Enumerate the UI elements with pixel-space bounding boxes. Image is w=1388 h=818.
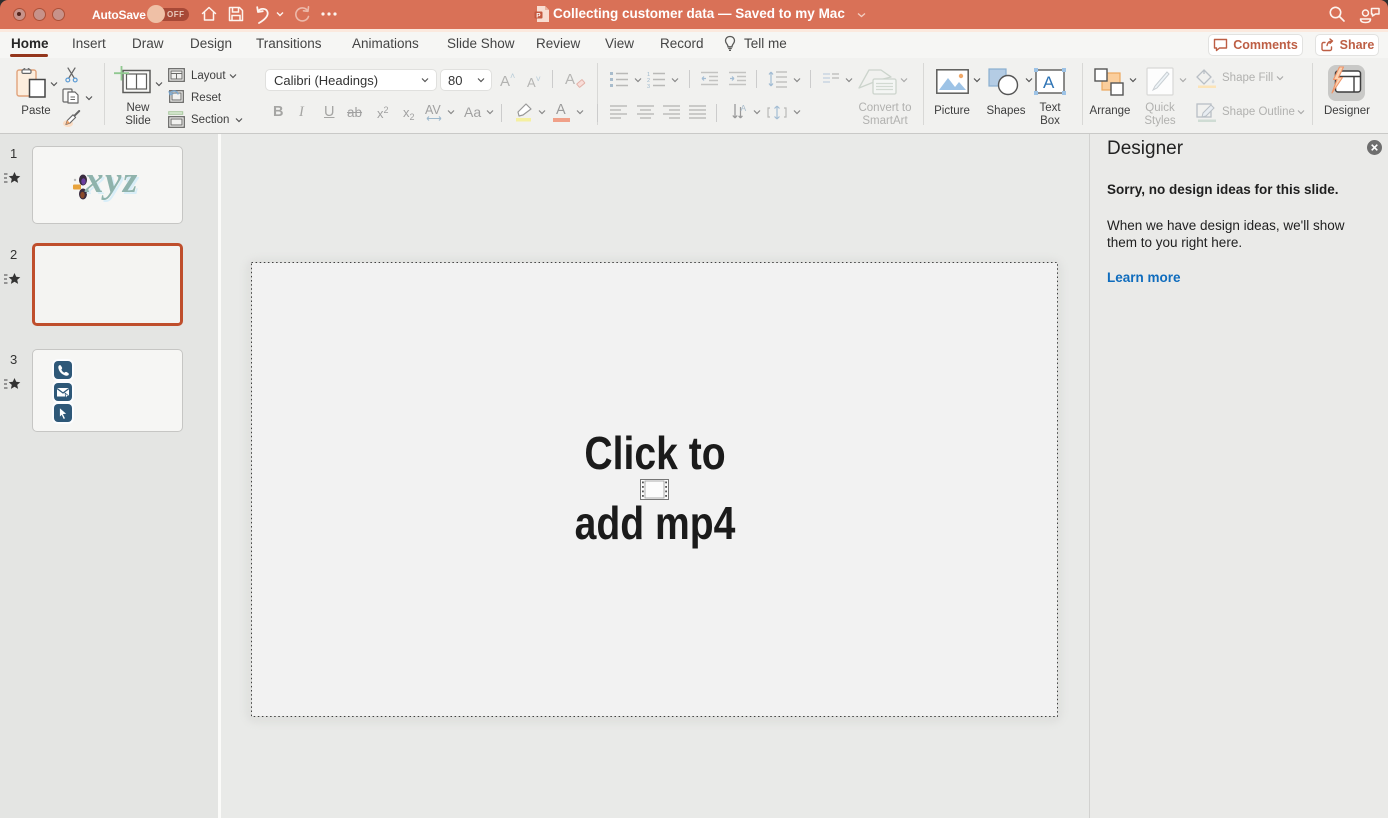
svg-text:A: A (1043, 73, 1055, 92)
svg-text:A: A (741, 103, 747, 113)
svg-text:P: P (536, 12, 541, 19)
svg-text:3: 3 (647, 84, 650, 88)
